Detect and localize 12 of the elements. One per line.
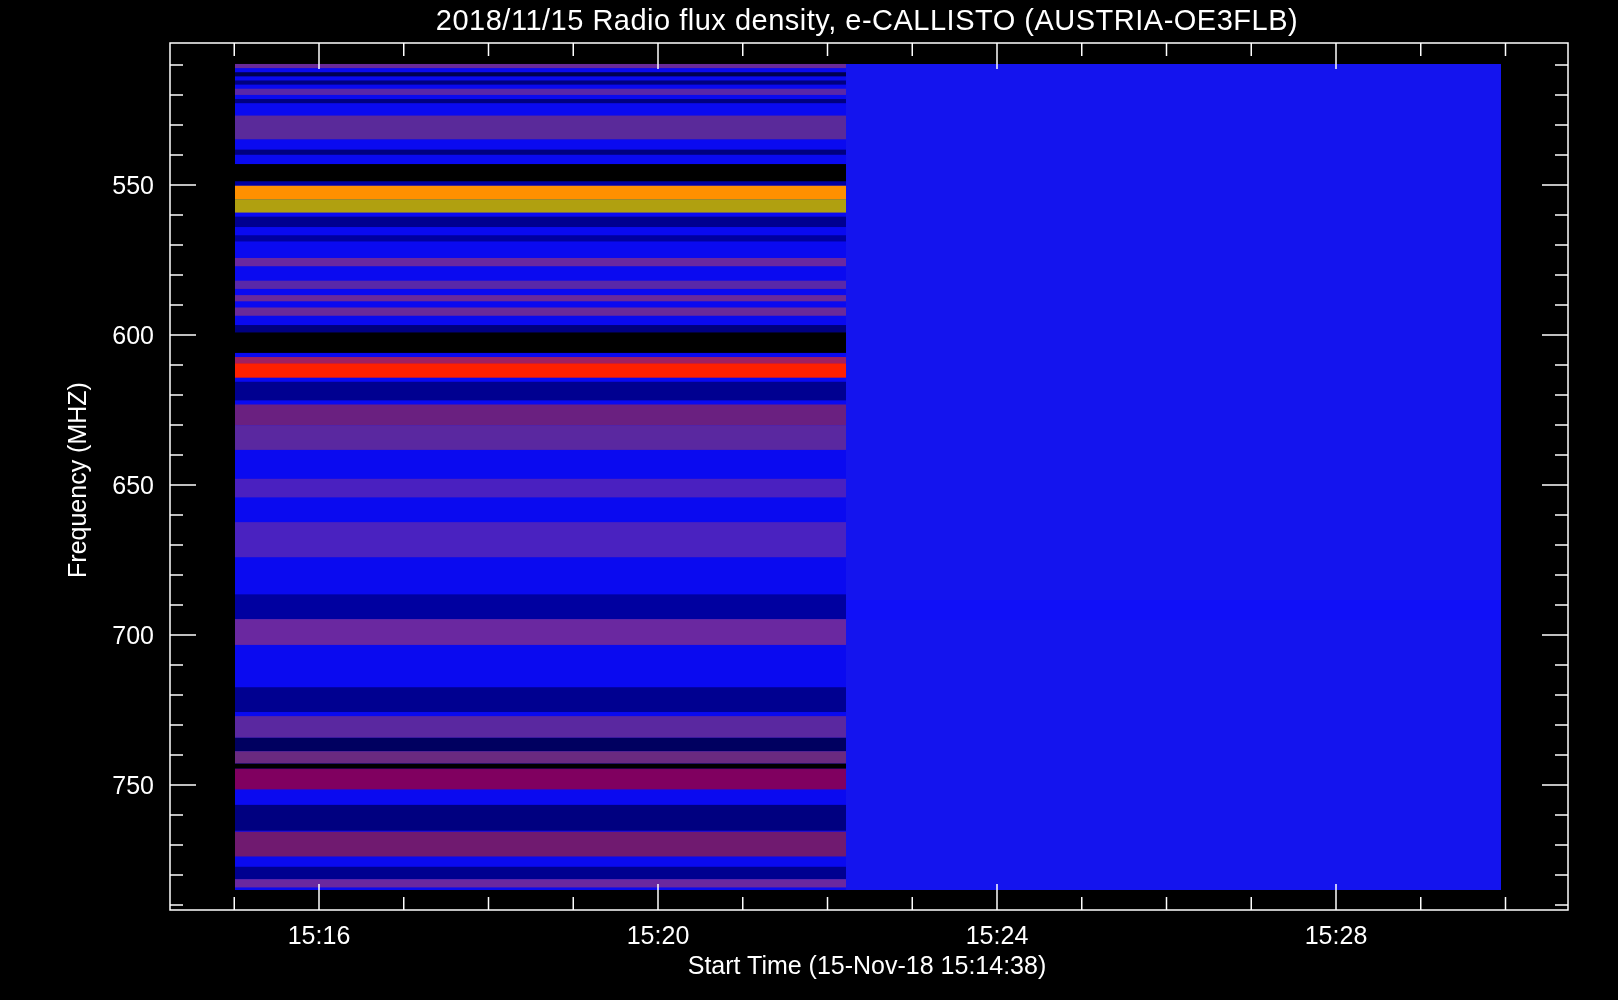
x-axis-label: Start Time (15-Nov-18 15:14:38) <box>687 951 1047 979</box>
chart-title: 2018/11/15 Radio flux density, e-CALLISTO (AUSTRIA-OE3FLB) <box>435 4 1299 36</box>
y-tick-label: 600 <box>112 321 154 349</box>
x-tick-label: 15:28 <box>1304 921 1368 949</box>
y-tick-label: 550 <box>112 171 154 199</box>
x-tick-label: 15:16 <box>287 921 351 949</box>
y-tick-label: 700 <box>112 621 154 649</box>
x-tick-label: 15:24 <box>965 921 1029 949</box>
y-axis-label: Frequency (MHZ) <box>63 382 91 578</box>
y-tick-label: 750 <box>112 771 154 799</box>
x-tick-label: 15:20 <box>626 921 690 949</box>
y-tick-label: 650 <box>112 471 154 499</box>
